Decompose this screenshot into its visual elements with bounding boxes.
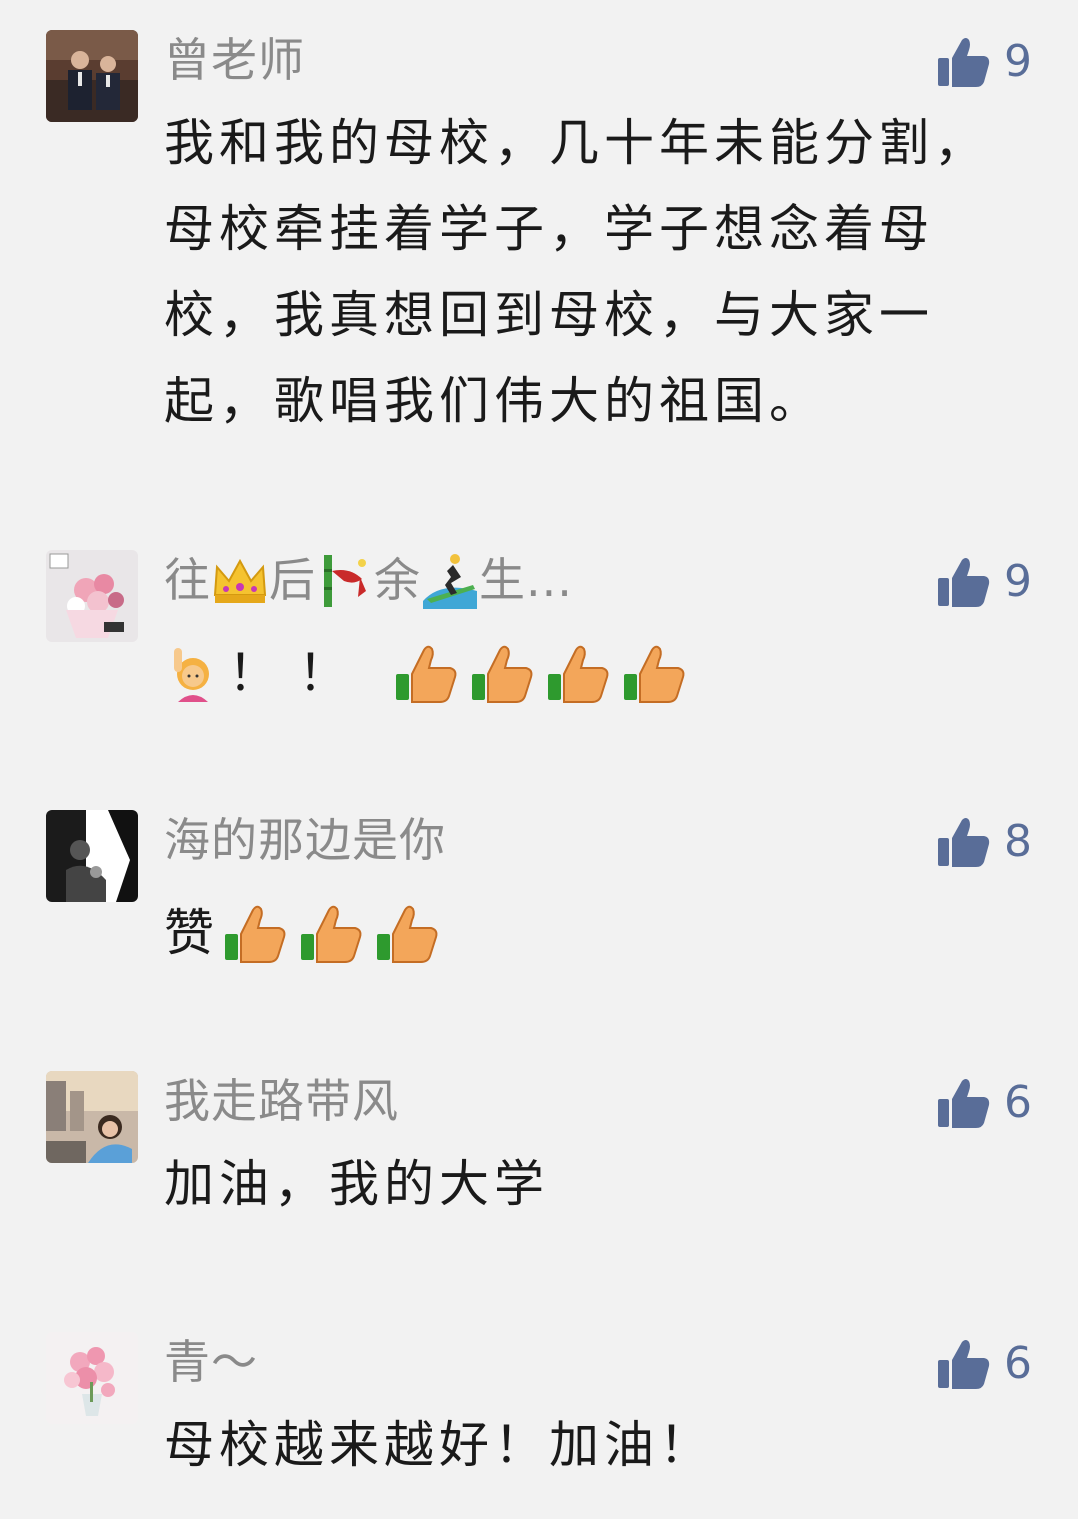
thumbs-up-emoji-icon <box>470 640 536 706</box>
like-button[interactable]: 6 <box>936 1073 1032 1133</box>
nickname[interactable]: 青～ <box>164 1332 724 1392</box>
thumbs-up-emoji-icon <box>546 640 612 706</box>
bamboo-emoji-icon <box>316 551 374 609</box>
nickname[interactable]: 曾老师 <box>164 30 724 90</box>
comment-text: 我和我的母校，几十年未能分割，母校牵挂着学子，学子想念着母校，我真想回到母校，与… <box>164 114 989 430</box>
thumbs-up-icon <box>936 554 992 610</box>
thumbs-up-emoji-icon <box>223 900 289 966</box>
crown-emoji-icon <box>211 551 269 609</box>
thumbs-up-icon <box>936 1075 992 1131</box>
comment-text: 母校越来越好！加油！ <box>164 1416 714 1474</box>
comment-list: 曾老师 9 我和我的母校，几十年未能分割，母校牵挂着学子，学子想念着母校，我真想… <box>0 0 1078 1519</box>
comment-item: 往 后 余 生... 9 ！！ <box>0 520 1078 780</box>
like-button[interactable]: 9 <box>936 32 1032 92</box>
comment-item: 青～ 6 母校越来越好！加油！ <box>0 1302 1078 1519</box>
comment-item: 曾老师 9 我和我的母校，几十年未能分割，母校牵挂着学子，学子想念着母校，我真想… <box>0 0 1078 500</box>
like-count: 6 <box>1004 1077 1032 1128</box>
nickname[interactable]: 海的那边是你 <box>164 810 724 870</box>
photo-girl-street-icon <box>46 1071 138 1163</box>
like-count: 6 <box>1004 1338 1032 1389</box>
thumbs-up-emoji-icon <box>394 640 460 706</box>
avatar[interactable] <box>46 1071 138 1163</box>
nickname-part: 后 <box>269 553 316 607</box>
comment-text: 加油，我的大学 <box>164 1155 549 1213</box>
thumbs-up-icon <box>936 34 992 90</box>
comment-text: 赞 <box>164 890 994 976</box>
nickname-part: 往 <box>164 553 211 607</box>
comment-item: 我走路带风 6 加油，我的大学 <box>0 1041 1078 1301</box>
like-button[interactable]: 6 <box>936 1334 1032 1394</box>
comment-text: ！！ <box>164 630 994 716</box>
thumbs-up-emoji-icon <box>299 900 365 966</box>
thumbs-up-icon <box>936 1336 992 1392</box>
thumbs-up-emoji-icon <box>375 900 441 966</box>
avatar[interactable] <box>46 810 138 902</box>
nickname-part: 余 <box>374 553 421 607</box>
comment-item: 海的那边是你 8 赞 <box>0 780 1078 1040</box>
photo-silhouette-icon <box>46 810 138 902</box>
nickname[interactable]: 我走路带风 <box>164 1071 724 1131</box>
like-button[interactable]: 8 <box>936 812 1032 872</box>
thumbs-up-emoji-icon <box>622 640 688 706</box>
avatar[interactable] <box>46 1332 138 1424</box>
photo-flowers-icon <box>46 550 138 642</box>
like-count: 9 <box>1004 36 1032 87</box>
exclamation-marks: ！！ <box>228 644 368 702</box>
raising-hand-emoji-icon <box>164 644 222 702</box>
nickname[interactable]: 往 后 余 生... <box>164 550 724 610</box>
thumbs-up-icon <box>936 814 992 870</box>
photo-two-men-icon <box>46 30 138 122</box>
avatar[interactable] <box>46 30 138 122</box>
like-count: 9 <box>1004 556 1032 607</box>
like-button[interactable]: 9 <box>936 552 1032 612</box>
surfer-emoji-icon <box>421 551 479 609</box>
comment-word: 赞 <box>164 904 219 962</box>
like-count: 8 <box>1004 816 1032 867</box>
photo-pink-flowers-icon <box>46 1332 138 1424</box>
nickname-part: 生... <box>479 553 573 607</box>
avatar[interactable] <box>46 550 138 642</box>
